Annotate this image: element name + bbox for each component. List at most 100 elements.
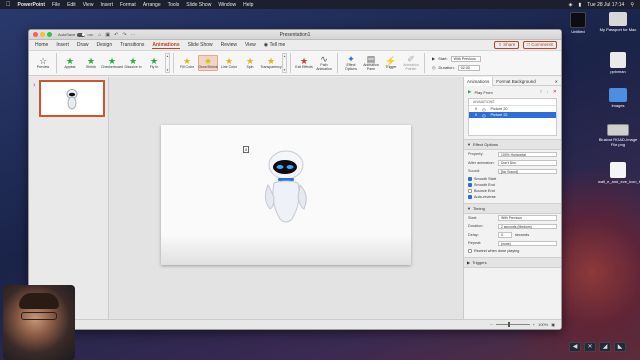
duration-select[interactable]: 2 seconds (Medium) — [498, 223, 557, 229]
menu-tools[interactable]: Tools — [168, 2, 180, 8]
gallery-scroller[interactable]: ▲ ▼ — [165, 53, 170, 73]
close-control-icon[interactable]: ✕ — [584, 342, 596, 352]
zoom-slider[interactable] — [495, 322, 530, 327]
effect-grow-shrink[interactable]: ★ Grow/Shrink — [198, 55, 218, 71]
effect-appear[interactable]: ★ Appear — [60, 56, 80, 70]
effect-transparency[interactable]: ★ Transparency — [260, 56, 281, 70]
menu-edit[interactable]: Edit — [67, 2, 76, 8]
zoom-out-icon[interactable]: − — [490, 322, 492, 327]
effect-fly-in[interactable]: ★ Fly In — [144, 56, 164, 70]
play-from-button[interactable]: Play From — [474, 90, 492, 95]
desktop-icon-untitled[interactable]: Untitled — [558, 12, 598, 35]
chevron-down-icon[interactable]: ▼ — [283, 68, 286, 72]
timing-start-select[interactable]: With Previous — [498, 215, 557, 221]
tab-draw[interactable]: Draw — [77, 42, 89, 48]
checkbox[interactable] — [468, 182, 472, 187]
pane-tab-format-background[interactable]: Format Background — [493, 79, 539, 84]
delete-icon[interactable]: ✕ — [553, 89, 557, 95]
minimize-window-button[interactable] — [40, 32, 45, 37]
zoom-window-button[interactable] — [47, 32, 52, 37]
more-icon[interactable]: ⋯ — [131, 32, 136, 38]
chevron-up-icon[interactable]: ▲ — [166, 54, 169, 58]
search-icon[interactable]: ⚲ — [630, 2, 634, 8]
chevron-down-icon[interactable]: ▼ — [166, 68, 169, 72]
tab-transitions[interactable]: Transitions — [120, 42, 144, 48]
trigger-button[interactable]: ⚡ Trigger — [381, 56, 401, 70]
effect-spin[interactable]: ★ Spin — [240, 56, 260, 70]
eve-robot-image[interactable] — [256, 147, 316, 227]
pane-tab-animations[interactable]: Animations — [464, 76, 494, 86]
tab-review[interactable]: Review — [221, 42, 237, 48]
delay-field[interactable]: 0 — [498, 232, 512, 238]
desktop-icon-passport[interactable]: My Passport for Mac — [598, 12, 638, 33]
move-down-icon[interactable]: ↓ — [546, 89, 549, 95]
gallery-scroller[interactable]: ▲ ▼ — [282, 53, 287, 73]
move-up-icon[interactable]: ↑ — [540, 89, 543, 95]
tab-insert[interactable]: Insert — [56, 42, 69, 48]
menu-app-name[interactable]: PowerPoint — [18, 2, 46, 8]
tell-me-field[interactable]: ◉ Tell me — [264, 42, 286, 48]
slide-thumbnail[interactable] — [39, 80, 105, 117]
save-icon[interactable]: ▣ — [105, 32, 110, 38]
play-icon[interactable]: ▶ — [468, 89, 471, 95]
autosave-control[interactable]: AutoSave OFF — [58, 32, 93, 37]
chevron-up-icon[interactable]: ▲ — [283, 54, 286, 58]
effect-line-color[interactable]: ★ Line Color — [219, 56, 239, 70]
corner-control-icon[interactable]: ◣ — [614, 342, 626, 352]
desktop-icon-blusbot[interactable]: Blusbot ROAD-Image File.png — [598, 124, 638, 148]
clock[interactable]: Tue 28 Jul 17:14 — [587, 2, 624, 8]
checkbox[interactable] — [468, 176, 472, 181]
menu-help[interactable]: Help — [243, 2, 253, 8]
slide[interactable]: 0 0 — [161, 125, 411, 265]
menu-slide-show[interactable]: Slide Show — [186, 2, 211, 8]
menu-window[interactable]: Window — [218, 2, 236, 8]
home-icon[interactable]: ⌂ — [98, 32, 101, 38]
close-icon[interactable]: ✕ — [555, 79, 558, 84]
effect-options-section[interactable]: ▼ Effect Options — [464, 139, 561, 150]
effect-fill-color[interactable]: ★ Fill Color — [177, 56, 197, 70]
close-window-button[interactable] — [33, 32, 38, 37]
expand-control-icon[interactable]: ◢ — [599, 342, 611, 352]
desktop-icon-pptxman[interactable]: pptxman — [598, 52, 638, 75]
checkbox[interactable] — [468, 194, 472, 199]
checkbox[interactable] — [468, 248, 472, 253]
auto-reverse-checkbox[interactable]: Auto-reverse — [464, 194, 561, 200]
menu-insert[interactable]: Insert — [100, 2, 113, 8]
list-item[interactable]: 0 ◷ Picture 22 — [469, 112, 556, 118]
preview-button[interactable]: ☆ Preview — [33, 56, 53, 70]
after-animation-select[interactable]: Don't Dim — [498, 160, 557, 166]
start-select[interactable]: With Previous — [450, 55, 481, 62]
menu-view[interactable]: View — [83, 2, 94, 8]
rewind-control-icon[interactable]: ◀ — [569, 342, 581, 352]
undo-icon[interactable]: ↶ — [114, 32, 118, 38]
animation-painter-button[interactable]: ✐ Animation Painter — [401, 54, 421, 72]
repeat-select[interactable]: (none) — [498, 240, 557, 246]
effect-options-button[interactable]: ✦ Effect Options — [341, 54, 361, 72]
triggers-section[interactable]: ▶ Triggers — [464, 256, 561, 268]
wifi-icon[interactable]: ◈ — [569, 2, 573, 8]
tab-slide-show[interactable]: Slide Show — [188, 42, 213, 48]
redo-icon[interactable]: ↷ — [122, 32, 126, 38]
effect-shrink[interactable]: ★ Shrink — [81, 56, 101, 70]
timing-section[interactable]: ▼ Timing — [464, 202, 561, 214]
animation-pane-button[interactable]: ▤ Animation Pane — [361, 54, 381, 72]
zoom-level[interactable]: 100% — [538, 322, 548, 327]
checkbox[interactable] — [468, 188, 472, 193]
comments-button[interactable]: □ Comments — [523, 41, 557, 49]
fit-slide-icon[interactable]: ▣ — [551, 322, 555, 327]
apple-icon[interactable]:  — [6, 2, 11, 8]
effect-dissolve-in[interactable]: ★ Dissolve In — [123, 56, 143, 70]
desktop-icon-images[interactable]: Images — [598, 88, 638, 109]
tab-animations[interactable]: Animations — [152, 42, 180, 49]
effect-checkerboard[interactable]: ★ Checkerboard — [101, 56, 123, 70]
tab-view[interactable]: View — [245, 42, 256, 48]
property-select[interactable]: 100% Horizontal — [498, 151, 557, 157]
battery-icon[interactable]: ▮ — [578, 2, 581, 8]
rewind-checkbox[interactable]: Rewind when done playing — [464, 248, 561, 254]
path-animation-button[interactable]: ∿ Path Animation — [314, 54, 334, 72]
sound-select[interactable]: [No Sound] — [498, 168, 557, 174]
exit-effects-button[interactable]: ★ Exit Effects — [294, 56, 314, 70]
tab-design[interactable]: Design — [97, 42, 113, 48]
tab-home[interactable]: Home — [35, 42, 48, 48]
zoom-in-icon[interactable]: + — [533, 322, 535, 327]
